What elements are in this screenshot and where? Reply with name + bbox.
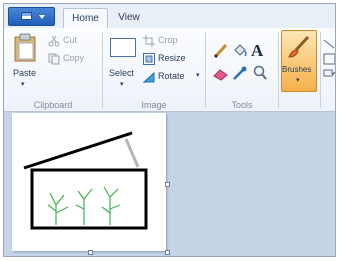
rotate-label: Rotate — [158, 71, 185, 81]
eraser-tool[interactable] — [212, 64, 230, 82]
canvas-resize-handle[interactable] — [165, 182, 170, 187]
crop-label: Crop — [158, 35, 178, 45]
copy-label: Copy — [63, 53, 85, 63]
brushes-label: Brushes — [282, 65, 312, 74]
pencil-icon — [213, 43, 228, 59]
ribbon: Paste ▾ Cut Copy Clipboard Select ▾ Crop… — [4, 28, 335, 112]
copy-button[interactable]: Copy — [48, 52, 98, 66]
cut-label: Cut — [63, 35, 78, 45]
shapes-gallery[interactable] — [322, 38, 335, 88]
paint-window: Home View Paste ▾ Cut Copy Clipboard Sel… — [3, 3, 336, 257]
select-dropdown-arrow-icon[interactable]: ▾ — [120, 80, 124, 88]
paint-bucket-icon — [234, 44, 247, 57]
text-tool-icon: A — [251, 41, 264, 60]
resize-button[interactable]: Resize — [143, 52, 201, 66]
resize-label: Resize — [158, 53, 186, 63]
brush-icon — [288, 35, 310, 58]
drawing-canvas[interactable] — [12, 113, 166, 251]
magnifier-tool[interactable] — [251, 64, 269, 82]
chevron-down-icon — [39, 15, 45, 19]
group-divider — [320, 32, 321, 108]
image-group: Select ▾ Crop Resize Rotate ▾ Image — [103, 28, 205, 111]
magnifier-icon — [253, 65, 267, 80]
eyedropper-icon — [233, 66, 247, 80]
resize-icon — [143, 53, 155, 65]
eraser-icon — [213, 69, 228, 81]
crop-button[interactable]: Crop — [143, 34, 201, 48]
selection-rectangle-icon — [110, 38, 136, 57]
canvas-area — [4, 112, 335, 256]
tab-view[interactable]: View — [112, 8, 146, 28]
crop-icon — [143, 35, 155, 47]
select-button[interactable]: Select ▾ — [109, 34, 139, 92]
clipboard-group: Paste ▾ Cut Copy Clipboard — [4, 28, 102, 111]
brushes-dropdown-arrow-icon: ▾ — [296, 77, 300, 84]
ribbon-tab-bar: Home View — [4, 4, 335, 29]
image-group-label: Image — [141, 100, 167, 110]
document-icon — [21, 12, 32, 20]
canvas-resize-handle[interactable] — [165, 250, 170, 255]
pencil-tool[interactable] — [212, 42, 230, 60]
canvas-resize-handle[interactable] — [88, 250, 93, 255]
tools-group-label: Tools — [231, 100, 253, 110]
text-tool[interactable]: A — [251, 41, 269, 61]
application-menu-button[interactable] — [8, 7, 55, 26]
tools-group: A Tools — [206, 28, 278, 111]
color-picker-tool[interactable] — [231, 64, 249, 82]
drawing — [23, 131, 148, 230]
paste-dropdown-arrow-icon[interactable]: ▾ — [21, 80, 25, 88]
brushes-button[interactable]: Brushes ▾ — [281, 30, 317, 92]
paste-button[interactable]: Paste ▾ — [10, 32, 40, 90]
clipboard-group-label: Clipboard — [33, 100, 73, 110]
select-label: Select — [109, 68, 135, 78]
cut-button[interactable]: Cut — [48, 34, 98, 48]
copy-icon — [48, 53, 60, 65]
scissors-icon — [48, 35, 60, 47]
rotate-icon — [143, 71, 155, 83]
rotate-button[interactable]: Rotate ▾ — [143, 70, 203, 84]
rotate-dropdown-arrow-icon: ▾ — [196, 72, 200, 79]
tab-home[interactable]: Home — [63, 8, 108, 29]
shapes-icon — [323, 39, 335, 77]
paste-label: Paste — [13, 68, 37, 78]
fill-tool[interactable] — [231, 42, 249, 60]
clipboard-icon — [14, 33, 36, 62]
group-divider — [278, 32, 279, 108]
